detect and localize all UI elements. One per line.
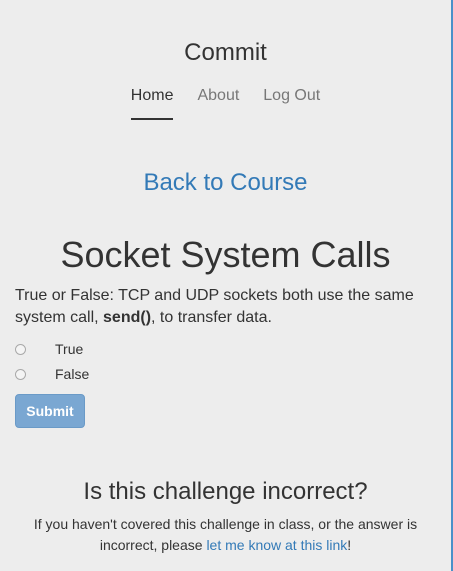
- nav-home[interactable]: Home: [130, 86, 174, 120]
- option-true-label: True: [55, 341, 84, 357]
- main-nav: Home About Log Out: [0, 86, 451, 120]
- site-title: Commit: [184, 39, 267, 66]
- report-text-end: !: [347, 537, 352, 553]
- question-text-end: , to transfer data.: [151, 309, 272, 326]
- question-text-code: send(): [103, 309, 152, 326]
- nav-logout[interactable]: Log Out: [263, 86, 320, 120]
- radio-false[interactable]: [15, 368, 26, 380]
- nav-about[interactable]: About: [197, 86, 239, 120]
- report-text: If you haven't covered this challenge in…: [15, 514, 436, 556]
- submit-button[interactable]: Submit: [15, 394, 85, 428]
- option-true[interactable]: True: [15, 340, 83, 358]
- radio-true[interactable]: [15, 343, 26, 355]
- back-to-course-link[interactable]: Back to Course: [0, 169, 451, 197]
- report-heading: Is this challenge incorrect?: [83, 478, 368, 505]
- question-text: True or False: TCP and UDP sockets both …: [15, 285, 435, 329]
- question-title: Socket System Calls: [60, 234, 391, 275]
- report-link[interactable]: let me know at this link: [206, 537, 347, 553]
- option-false-label: False: [55, 366, 90, 382]
- option-false[interactable]: False: [15, 365, 89, 383]
